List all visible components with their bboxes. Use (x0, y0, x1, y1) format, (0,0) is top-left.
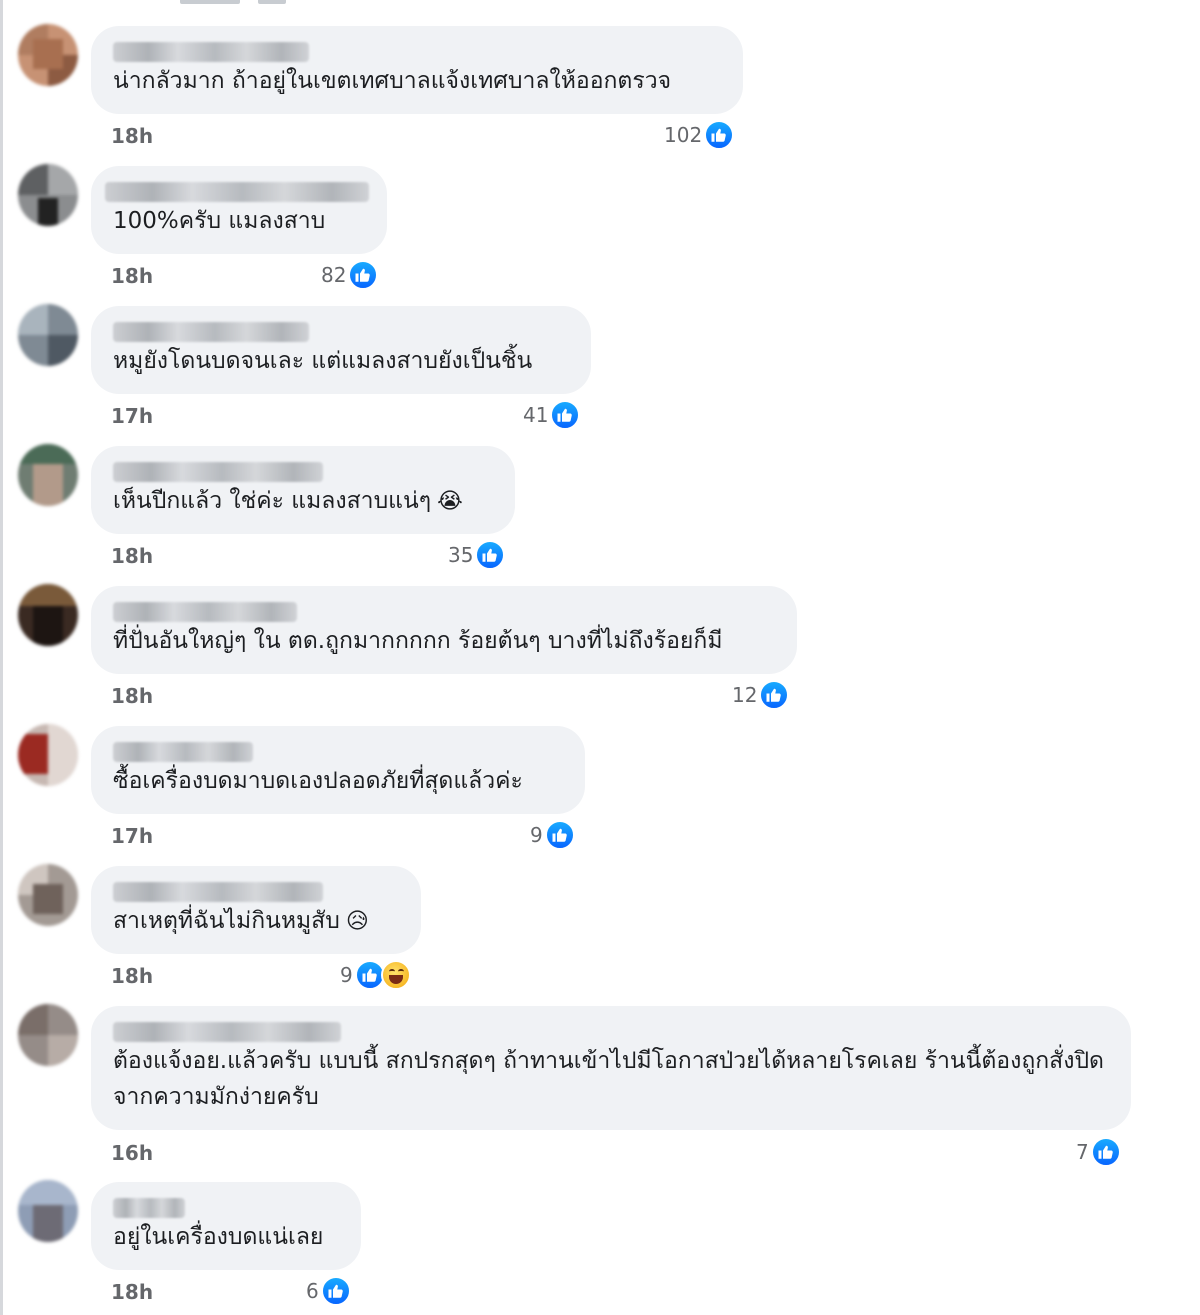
avatar[interactable] (18, 584, 78, 646)
comment-timestamp[interactable]: 18h (111, 684, 153, 708)
reaction-count: 82 (321, 263, 347, 287)
comment-text-body: สาเหตุที่ฉันไม่กินหมูสับ (113, 908, 340, 934)
comment-timestamp[interactable]: 18h (111, 264, 153, 288)
reaction-summary[interactable]: 82 (321, 260, 379, 290)
left-border (0, 0, 3, 1315)
haha-eye (397, 969, 404, 974)
like-icon (759, 680, 790, 710)
comment-timestamp[interactable]: 18h (111, 1280, 153, 1304)
sad-relieved-face-emoji: 😥 (345, 908, 369, 934)
author-name-redacted[interactable] (113, 1022, 341, 1042)
avatar[interactable] (18, 24, 78, 86)
like-icon (320, 1276, 351, 1306)
comment-text: ต้องแจ้งอย.แล้วครับ แบบนี้ สกปรกสุดๆ ถ้า… (113, 1048, 1104, 1110)
comment-bubble: ที่ปั่นอันใหญ่ๆ ใน ตด.ถูกมากกกกก ร้อยต้น… (91, 586, 797, 674)
reaction-summary[interactable]: 7 (1076, 1137, 1121, 1167)
reaction-count: 9 (340, 963, 353, 987)
comment-timestamp[interactable]: 18h (111, 964, 153, 988)
author-name-redacted[interactable] (113, 322, 309, 342)
like-icon (704, 120, 735, 150)
author-name-redacted[interactable] (113, 1198, 185, 1218)
reaction-count: 35 (448, 543, 474, 567)
comment-bubble: สาเหตุที่ฉันไม่กินหมูสับ 😥 (91, 866, 421, 954)
reaction-summary[interactable]: 102 (664, 120, 735, 150)
like-icon (550, 400, 581, 430)
comment-timestamp[interactable]: 18h (111, 544, 153, 568)
comment-bubble: ซื้อเครื่องบดมาบดเองปลอดภัยที่สุดแล้วค่ะ (91, 726, 585, 814)
cropped-text-fragment (258, 0, 286, 4)
comment-bubble: น่ากลัวมาก ถ้าอยู่ในเขตเทศบาลแจ้งเทศบาลใ… (91, 26, 743, 114)
comment-bubble: 100%ครับ แมลงสาบ (91, 166, 387, 254)
avatar[interactable] (18, 304, 78, 366)
comment-bubble: หมูยังโดนบดจนเละ แต่แมลงสาบยังเป็นชิ้น (91, 306, 591, 394)
reaction-count: 6 (306, 1279, 319, 1303)
comment-timestamp[interactable]: 17h (111, 824, 153, 848)
reaction-summary[interactable]: 12 (732, 680, 790, 710)
comment-text: อยู่ในเครื่องบดแน่เลย (113, 1224, 324, 1250)
author-name-redacted[interactable] (113, 742, 253, 762)
avatar[interactable] (18, 864, 78, 926)
haha-eye (388, 969, 395, 974)
avatar[interactable] (18, 164, 78, 226)
author-name-redacted[interactable] (105, 182, 369, 202)
like-icon (475, 540, 506, 570)
reaction-count: 41 (523, 403, 549, 427)
like-icon (1090, 1137, 1121, 1167)
author-name-redacted[interactable] (113, 462, 323, 482)
reaction-summary[interactable]: 6 (306, 1276, 351, 1306)
reaction-count: 102 (664, 123, 703, 147)
haha-icon (380, 960, 411, 990)
crying-face-emoji: 😭 (437, 488, 463, 514)
author-name-redacted[interactable] (113, 882, 323, 902)
comment-text: ที่ปั่นอันใหญ่ๆ ใน ตด.ถูกมากกกกก ร้อยต้น… (113, 628, 723, 654)
avatar[interactable] (18, 1180, 78, 1242)
avatar[interactable] (18, 724, 78, 786)
avatar[interactable] (18, 1004, 78, 1066)
comment-bubble: ต้องแจ้งอย.แล้วครับ แบบนี้ สกปรกสุดๆ ถ้า… (91, 1006, 1131, 1130)
reaction-summary[interactable]: 9 (340, 960, 411, 990)
comment-timestamp[interactable]: 16h (111, 1141, 153, 1165)
avatar[interactable] (18, 444, 78, 506)
comment-text: เห็นปีกแล้ว ใช่ค่ะ แมลงสาบแน่ๆ 😭 (113, 483, 493, 519)
comment-bubble: เห็นปีกแล้ว ใช่ค่ะ แมลงสาบแน่ๆ 😭 (91, 446, 515, 534)
reaction-count: 7 (1076, 1140, 1089, 1164)
like-icon (348, 260, 379, 290)
reaction-summary[interactable]: 41 (523, 400, 581, 430)
like-icon (544, 820, 575, 850)
reaction-summary[interactable]: 9 (530, 820, 575, 850)
comment-text: ซื้อเครื่องบดมาบดเองปลอดภัยที่สุดแล้วค่ะ (113, 768, 523, 794)
comment-text-body: เห็นปีกแล้ว ใช่ค่ะ แมลงสาบแน่ๆ (113, 488, 432, 514)
reaction-count: 9 (530, 823, 543, 847)
reaction-count: 12 (732, 683, 758, 707)
author-name-redacted[interactable] (113, 42, 309, 62)
comment-timestamp[interactable]: 17h (111, 404, 153, 428)
comment-bubble: อยู่ในเครื่องบดแน่เลย (91, 1182, 361, 1270)
cropped-text-fragment (180, 0, 240, 4)
comment-timestamp[interactable]: 18h (111, 124, 153, 148)
haha-mouth (388, 975, 403, 984)
comment-text: 100%ครับ แมลงสาบ (113, 208, 326, 234)
comment-text: สาเหตุที่ฉันไม่กินหมูสับ 😥 (113, 903, 399, 939)
reaction-summary[interactable]: 35 (448, 540, 506, 570)
comment-text: หมูยังโดนบดจนเละ แต่แมลงสาบยังเป็นชิ้น (113, 348, 533, 374)
author-name-redacted[interactable] (113, 602, 297, 622)
comment-text: น่ากลัวมาก ถ้าอยู่ในเขตเทศบาลแจ้งเทศบาลใ… (113, 68, 672, 94)
